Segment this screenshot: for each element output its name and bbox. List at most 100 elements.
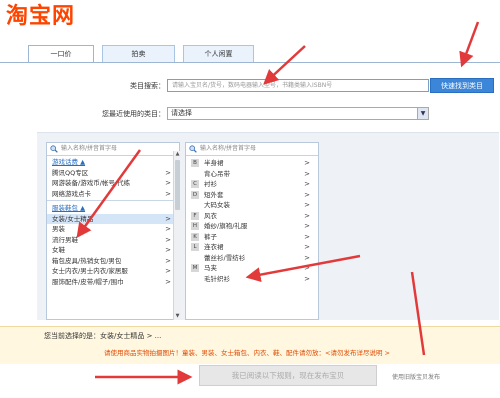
group-header-clothing[interactable]: 服装鞋包 ▲: [47, 203, 179, 214]
list-item-label: 男装: [52, 225, 65, 233]
list-item-label: 大码女装: [204, 201, 230, 209]
list-item-label: 网游装备/游戏币/帐号/代练: [52, 179, 131, 187]
chevron-right-icon: >: [165, 225, 171, 233]
index-letter: M: [191, 264, 199, 272]
chevron-right-icon: >: [165, 189, 171, 198]
recent-category-select[interactable]: 请选择 ▼: [167, 107, 429, 120]
chevron-right-icon: >: [165, 267, 171, 275]
list-item-label: 婚纱/旗袍/礼服: [204, 222, 248, 230]
chevron-right-icon: >: [304, 201, 310, 209]
list-item-label: 蕾丝衫/雪纺衫: [204, 253, 246, 262]
upload-notice: 请使用商品实物拍摄图片！童装、男装、女士箱包、内衣、鞋、配件请勿放：<请勿发布详…: [104, 349, 390, 357]
tab-fixed-price[interactable]: 一口价: [28, 45, 94, 63]
list-item[interactable]: F 风衣 >: [186, 211, 318, 222]
list-item[interactable]: B 半身裙 >: [186, 158, 318, 169]
chevron-right-icon: >: [304, 243, 310, 251]
chevron-right-icon: >: [304, 264, 310, 272]
index-letter: F: [191, 211, 199, 220]
index-letter: [191, 170, 199, 178]
list-item-label: 女装/女士精品: [52, 214, 94, 223]
list-item[interactable]: 网游装备/游戏币/帐号/代练 >: [47, 178, 179, 189]
taobao-logo[interactable]: 淘宝网: [2, 2, 84, 29]
chevron-right-icon: >: [304, 180, 310, 188]
list-item-label: 背心吊带: [204, 169, 230, 178]
list-item-label: 风衣: [204, 211, 217, 220]
old-version-link[interactable]: 使用旧版宝贝发布: [392, 372, 440, 381]
list-item-label: 连衣裙: [204, 243, 224, 251]
list-item[interactable]: 腾讯QQ专区 >: [47, 168, 179, 179]
sale-type-tabs: 一口价 拍卖 个人闲置: [28, 45, 262, 63]
chevron-right-icon: >: [165, 256, 171, 265]
list-item[interactable]: 箱包皮具/热销女包/男包 >: [47, 256, 179, 267]
index-letter: B: [191, 159, 199, 167]
list-item-label: 女士内衣/男士内衣/家居服: [52, 267, 128, 275]
list-item[interactable]: L 连衣裙 >: [186, 242, 318, 253]
chevron-right-icon: >: [304, 253, 310, 262]
chevron-right-icon: >: [304, 274, 310, 283]
list-item[interactable]: 男装 >: [47, 224, 179, 235]
list-item[interactable]: 大码女装 >: [186, 200, 318, 211]
current-selection-text: 您当前选择的是：女装/女士精品 > ...: [44, 332, 162, 340]
find-category-button[interactable]: 快速找到类目: [430, 78, 494, 93]
index-letter: L: [191, 243, 199, 251]
list-item[interactable]: K 裤子 >: [186, 232, 318, 243]
publish-button[interactable]: 我已阅读以下规则，现在发布宝贝: [199, 365, 377, 386]
category-search-input[interactable]: 请输入宝贝名/货号，数码电器输入型号，书籍类输入ISBN号: [167, 79, 429, 92]
chevron-right-icon: >: [304, 222, 310, 230]
chevron-right-icon: >: [165, 246, 171, 254]
list-item[interactable]: H 婚纱/旗袍/礼服 >: [186, 221, 318, 232]
category-group: 游戏话费 ▲ 腾讯QQ专区 > 网游装备/游戏币/帐号/代练 > 网络游戏点卡 >: [47, 156, 179, 201]
column-1-search-placeholder: 输入名称/拼音首字母: [61, 145, 118, 152]
column-1-scrollbar[interactable]: ▲ ▼: [173, 151, 181, 320]
group-header-games[interactable]: 游戏话费 ▲: [47, 157, 179, 168]
chevron-right-icon: >: [165, 179, 171, 187]
list-item[interactable]: 毛针织衫 >: [186, 274, 318, 285]
chevron-right-icon: >: [165, 214, 171, 223]
chevron-down-icon[interactable]: ▼: [417, 108, 428, 119]
list-item[interactable]: 蕾丝衫/雪纺衫 >: [186, 253, 318, 264]
list-item[interactable]: 女士内衣/男士内衣/家居服 >: [47, 266, 179, 277]
list-item-label: 衬衫: [204, 180, 217, 188]
list-item[interactable]: 女鞋 >: [47, 245, 179, 256]
column-2-search-placeholder: 输入名称/拼音首字母: [200, 145, 257, 152]
subcategory-list: B 半身裙 > 背心吊带 > C 衬衫 > D 短外套 > 大码女装 > F 风衣 > H 婚纱/旗袍…: [186, 156, 318, 284]
scroll-up-icon[interactable]: ▲: [174, 151, 181, 158]
chevron-right-icon: >: [304, 159, 310, 167]
column-2-search-input[interactable]: 输入名称/拼音首字母: [186, 143, 318, 156]
list-item-label: 服饰配件/皮带/帽子/围巾: [52, 277, 124, 286]
list-item[interactable]: 背心吊带 >: [186, 169, 318, 180]
category-column-2: 输入名称/拼音首字母 B 半身裙 > 背心吊带 > C 衬衫 > D 短外套 > 大码女装 > …: [185, 142, 319, 320]
list-item-label: 短外套: [204, 190, 224, 199]
list-item-label: 裤子: [204, 232, 217, 241]
list-item-label: 腾讯QQ专区: [52, 168, 89, 177]
list-item-label: 半身裙: [204, 159, 224, 167]
index-letter: K: [191, 232, 199, 241]
chevron-right-icon: >: [304, 169, 310, 178]
list-item-selected[interactable]: 女装/女士精品 >: [47, 213, 179, 224]
logo-text: 淘宝网: [6, 4, 76, 29]
index-letter: D: [191, 190, 199, 199]
search-icon: [50, 145, 58, 153]
list-item[interactable]: 网络游戏点卡 >: [47, 189, 179, 200]
chevron-right-icon: >: [165, 235, 171, 244]
chevron-right-icon: >: [304, 211, 310, 220]
list-item[interactable]: 服饰配件/皮带/帽子/围巾 >: [47, 277, 179, 288]
list-item-label: 箱包皮具/热销女包/男包: [52, 256, 122, 265]
list-item-label: 流行男鞋: [52, 235, 78, 244]
list-item[interactable]: C 衬衫 >: [186, 179, 318, 190]
recent-category-label: 您最近使用的类目：: [102, 110, 165, 118]
scroll-down-icon[interactable]: ▼: [174, 313, 181, 320]
list-item[interactable]: 流行男鞋 >: [47, 235, 179, 246]
tab-auction[interactable]: 拍卖: [102, 45, 175, 62]
category-search-label: 类目搜索：: [130, 82, 165, 90]
index-letter: H: [191, 222, 199, 230]
scroll-thumb[interactable]: [175, 160, 180, 210]
arrow-to-search: [263, 45, 306, 85]
tab-second-hand[interactable]: 个人闲置: [183, 45, 254, 62]
list-item[interactable]: M 马夹 >: [186, 263, 318, 274]
list-item[interactable]: D 短外套 >: [186, 190, 318, 201]
category-group: 服装鞋包 ▲ 女装/女士精品 > 男装 > 流行男鞋 > 女鞋 > 箱包皮具/热销女包/…: [47, 201, 179, 287]
column-1-search-input[interactable]: 输入名称/拼音首字母: [47, 143, 179, 156]
category-column-1: 输入名称/拼音首字母 游戏话费 ▲ 腾讯QQ专区 > 网游装备/游戏币/帐号/代练…: [46, 142, 180, 320]
list-item-label: 网络游戏点卡: [52, 189, 91, 198]
